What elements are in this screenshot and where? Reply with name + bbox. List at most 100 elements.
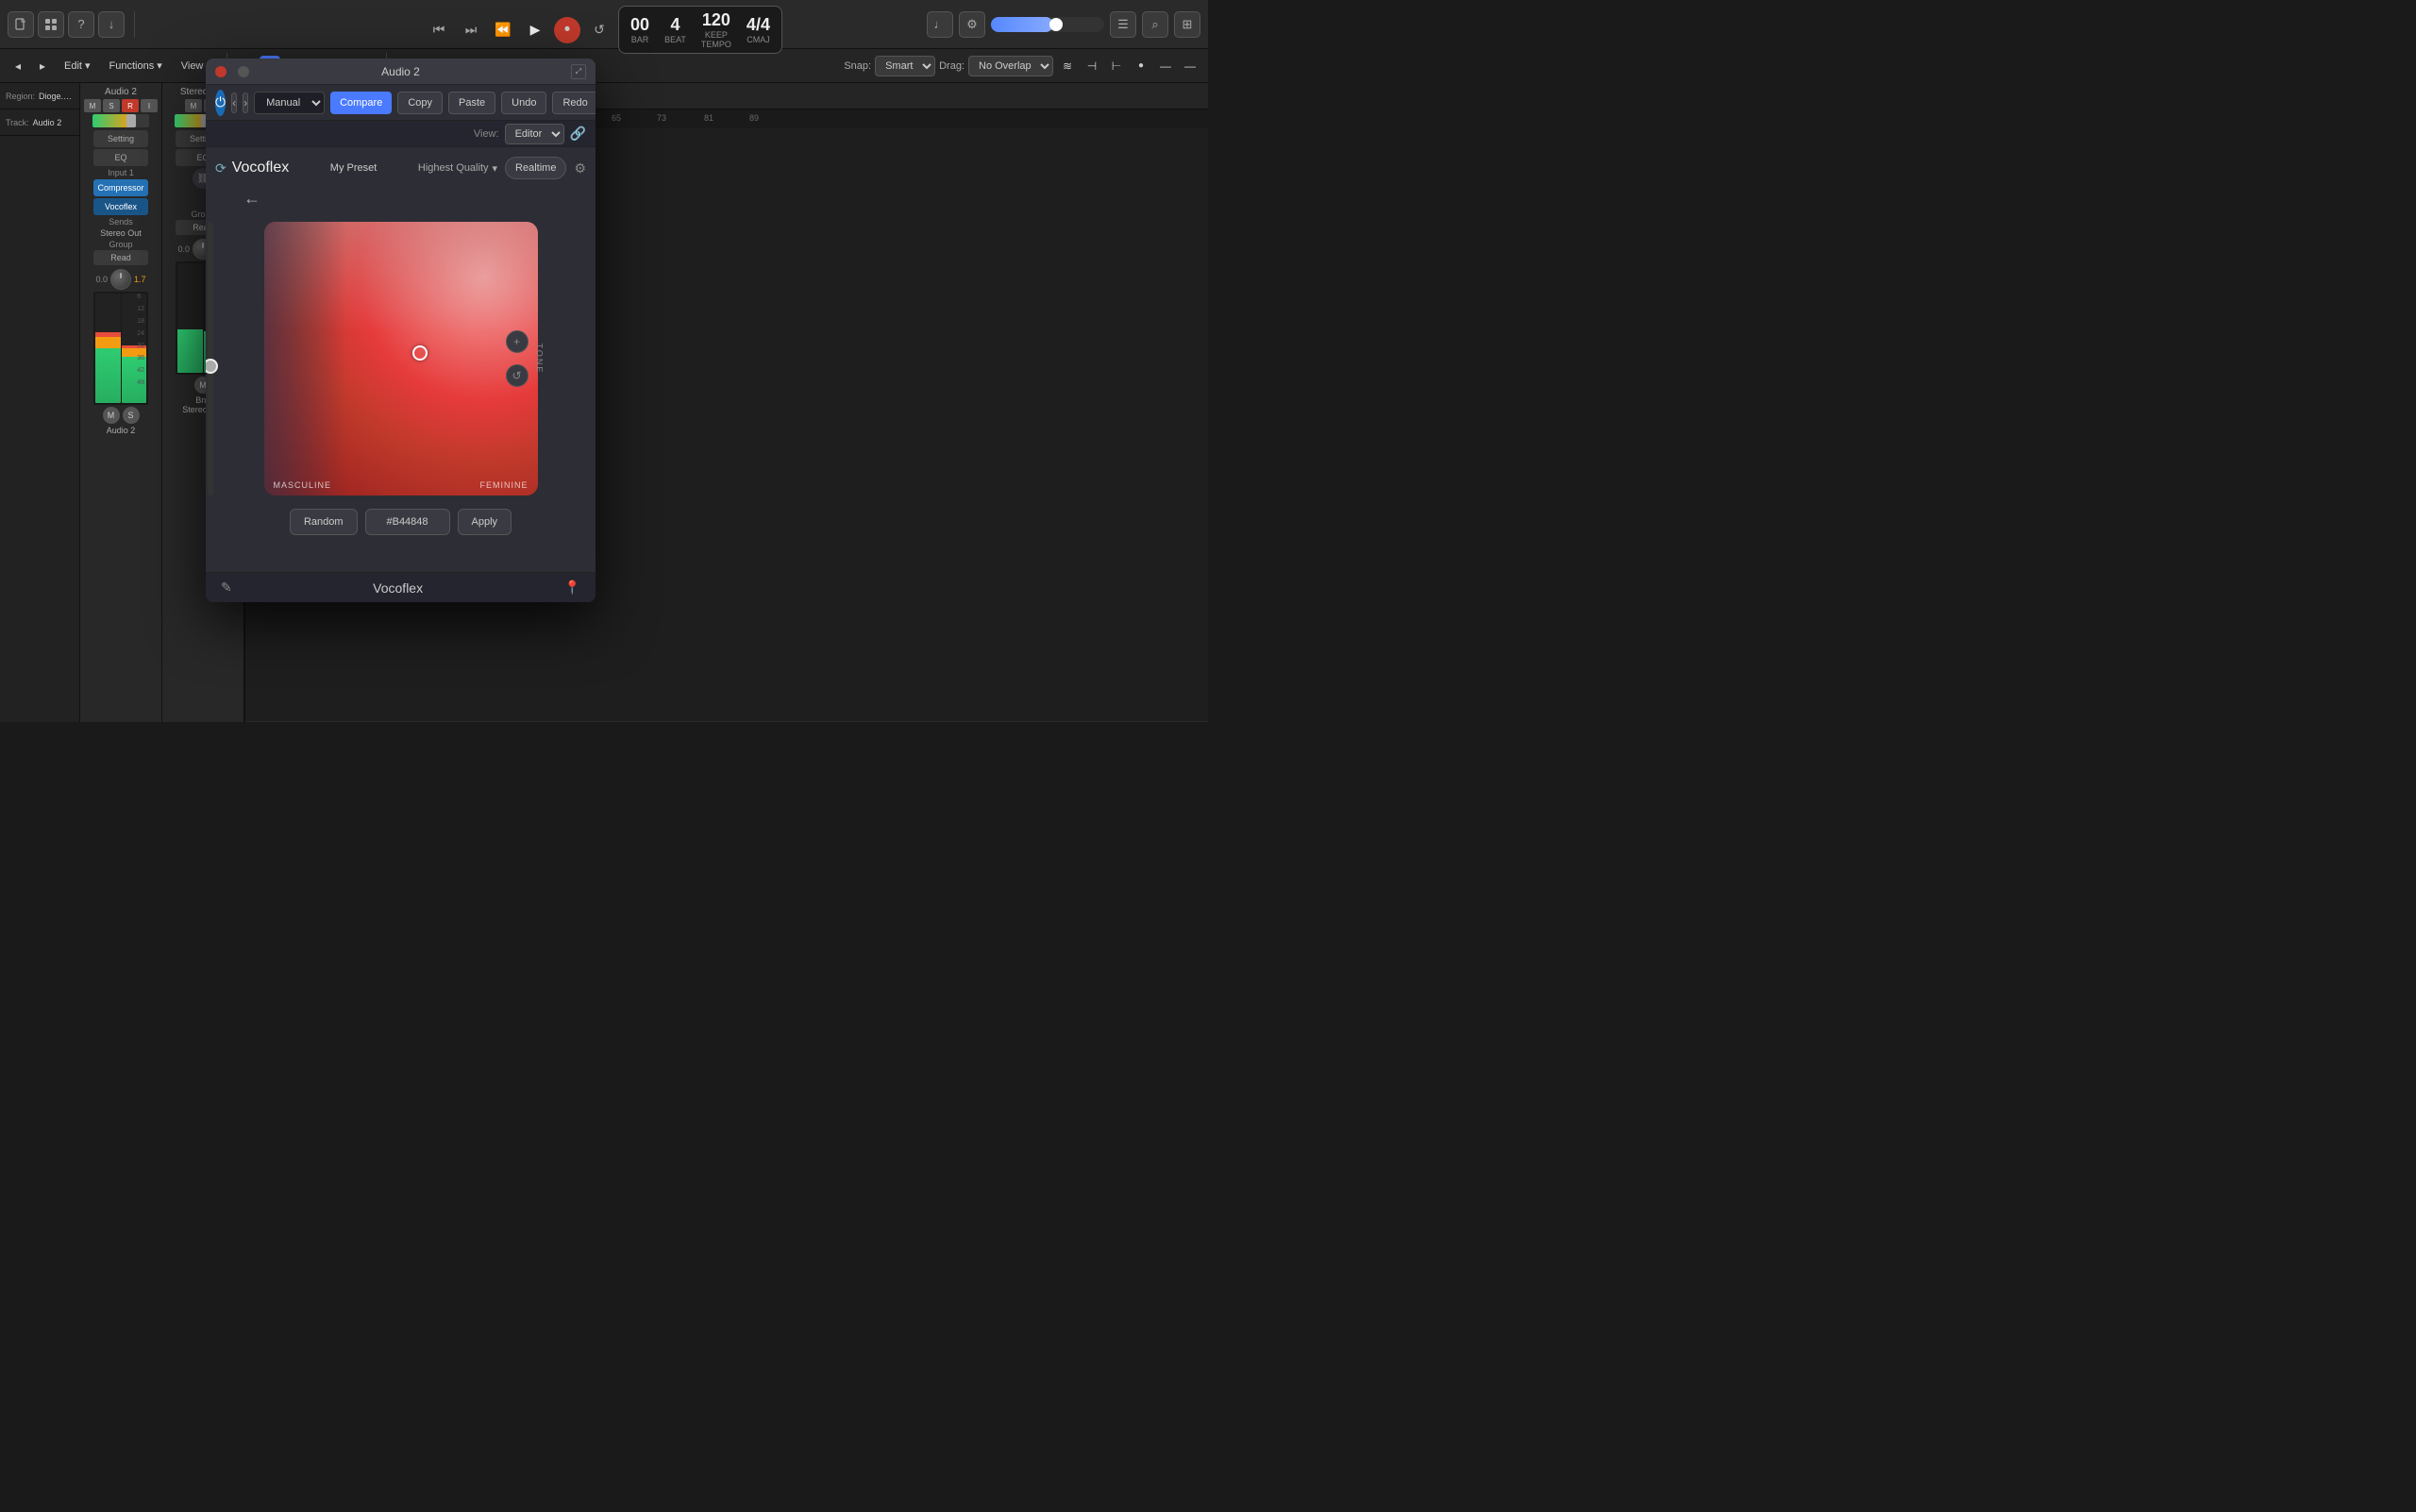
ch1-pan-knob[interactable] xyxy=(110,269,131,290)
plugin-power-btn[interactable]: ⏻ xyxy=(215,90,226,116)
quality-area: Highest Quality ▾ Realtime ⚙ xyxy=(418,157,586,179)
edit-menu[interactable]: Edit ▾ xyxy=(57,55,98,77)
nav-left-btn[interactable]: ◂ xyxy=(8,56,28,76)
plugin-undo-btn[interactable]: Undo xyxy=(501,92,546,114)
list-view-icon[interactable]: ☰ xyxy=(1110,11,1136,38)
ch1-record-btn[interactable]: R xyxy=(122,99,139,112)
ch1-pan-area: 0.0 1.7 xyxy=(95,269,145,290)
side-controls: + ↺ xyxy=(506,330,528,387)
footer-title: Vocoflex xyxy=(373,580,423,596)
snap-select[interactable]: Smart xyxy=(875,56,935,76)
align-right-icon[interactable]: ⊢ xyxy=(1106,56,1127,76)
help-icon[interactable]: ? xyxy=(68,11,94,38)
quality-select[interactable]: Highest Quality ▾ xyxy=(418,162,497,175)
side-reset-btn[interactable]: ↺ xyxy=(506,364,528,387)
realtime-btn[interactable]: Realtime xyxy=(505,157,566,179)
play-btn[interactable]: ▶ xyxy=(522,17,548,43)
divider-1 xyxy=(134,11,135,38)
main-area: Region: Dioge...Story Track: Audio 2 Aud… xyxy=(0,83,1208,722)
random-btn[interactable]: Random xyxy=(290,509,358,535)
sidebar-spacer xyxy=(0,136,79,722)
dash-icon[interactable]: — xyxy=(1155,56,1176,76)
plugin-copy-btn[interactable]: Copy xyxy=(397,92,443,114)
settings-icon[interactable]: ⚙ xyxy=(959,11,985,38)
color-controls-row: Random Apply xyxy=(290,509,512,535)
channel-strip-audio2: Audio 2 M S R I Setting EQ Input 1 Compr… xyxy=(80,83,162,722)
footer-pin-icon[interactable]: 📍 xyxy=(564,580,580,596)
ch1-meter-left xyxy=(95,294,121,403)
ch2-meter-left xyxy=(177,263,203,373)
grid-icon[interactable] xyxy=(38,11,64,38)
ch1-mute-btn[interactable]: M xyxy=(84,99,101,112)
canvas-gradient-side xyxy=(264,222,346,496)
ch1-fader-thumb[interactable] xyxy=(126,114,136,127)
plugin-redo-btn[interactable]: Redo xyxy=(552,92,596,114)
ch1-solo-btn[interactable]: S xyxy=(103,99,120,112)
footer-pen-icon[interactable]: ✎ xyxy=(221,580,232,596)
capture-btn[interactable]: ↺ xyxy=(586,17,612,43)
window-close-btn[interactable] xyxy=(215,66,226,77)
color-picker-dot[interactable] xyxy=(412,345,428,361)
mixer-icon[interactable]: ⊞ xyxy=(1174,11,1200,38)
plugin-toolbar: ⏻ ‹ › Manual Compare Copy Paste Undo Red… xyxy=(206,85,596,121)
skip-back-btn[interactable]: ⏮ xyxy=(426,17,452,43)
view-select[interactable]: Editor xyxy=(505,124,564,144)
slider-thumb[interactable] xyxy=(206,359,218,374)
ch1-plugin-btn[interactable]: Compressor xyxy=(93,179,148,196)
beat-label: BEAT xyxy=(664,35,686,44)
drag-select[interactable]: No Overlap xyxy=(968,56,1053,76)
functions-menu[interactable]: Functions ▾ xyxy=(102,55,170,77)
ch1-m-bottom[interactable]: M xyxy=(103,407,120,424)
waveform-icon[interactable]: ≋ xyxy=(1057,56,1078,76)
plugin-compare-btn[interactable]: Compare xyxy=(330,92,392,114)
color-canvas[interactable]: MASCULINE FEMININE xyxy=(264,222,538,496)
color-picker-area: ← MASCULINE FEMININE xyxy=(215,189,586,535)
file-icon[interactable] xyxy=(8,11,34,38)
color-input[interactable] xyxy=(365,509,450,535)
left-sidebar: Region: Dioge...Story Track: Audio 2 xyxy=(0,83,80,722)
ch1-s-bottom[interactable]: S xyxy=(123,407,140,424)
ch2-mute-btn[interactable]: M xyxy=(185,99,202,112)
record-btn[interactable]: ⏺ xyxy=(554,17,580,43)
nav-right-btn[interactable]: ▸ xyxy=(32,56,53,76)
vertical-slider[interactable] xyxy=(208,222,213,496)
ch1-input-btn[interactable]: I xyxy=(141,99,158,112)
dash2-icon[interactable]: — xyxy=(1180,56,1200,76)
preset-name: My Preset xyxy=(330,162,378,174)
plugin-next-btn[interactable]: › xyxy=(243,92,248,113)
region-label: Region: xyxy=(6,92,35,101)
view-label: View: xyxy=(474,128,499,140)
ch1-plugin2-btn[interactable]: Vocoflex xyxy=(93,198,148,215)
view-link-icon[interactable]: 🔗 xyxy=(570,126,586,142)
ch1-setting-btn[interactable]: Setting xyxy=(93,130,148,147)
skip-forward-btn[interactable]: ⏭ xyxy=(458,17,484,43)
top-toolbar: ? ↓ ⏮ ⏭ ⏪ ▶ ⏺ ↺ 00 BAR 4 BEAT 120 KEEP T… xyxy=(0,0,1208,49)
back-arrow-btn[interactable]: ← xyxy=(243,189,260,209)
ch1-sends-label: Sends xyxy=(109,217,133,227)
ch1-meter-labels: 6 12 18 24 30 36 42 48 xyxy=(137,294,144,386)
ch1-eq-btn[interactable]: EQ xyxy=(93,149,148,166)
side-add-btn[interactable]: + xyxy=(506,330,528,353)
color-circle[interactable]: ● xyxy=(1131,56,1151,76)
color-canvas-wrapper: MASCULINE FEMININE TONE + ↺ xyxy=(264,222,538,496)
align-left-icon[interactable]: ⊣ xyxy=(1082,56,1102,76)
rewind-btn[interactable]: ⏪ xyxy=(490,17,516,43)
ch1-transport-row: M S R I xyxy=(84,99,158,112)
expand-btn[interactable]: ⤢ xyxy=(571,64,586,79)
master-volume-slider[interactable] xyxy=(991,17,1104,32)
ch1-read-btn[interactable]: Read xyxy=(93,250,148,265)
gear-icon[interactable]: ⚙ xyxy=(574,160,586,176)
plugin-preset-select[interactable]: Manual xyxy=(254,92,325,114)
metronome-icon[interactable]: ♩ xyxy=(927,11,953,38)
toolbar-left-group: ? ↓ xyxy=(8,11,125,38)
ch1-fader[interactable] xyxy=(92,114,149,127)
plugin-prev-btn[interactable]: ‹ xyxy=(231,92,237,113)
drag-label: Drag: xyxy=(939,60,965,72)
plugin-paste-btn[interactable]: Paste xyxy=(448,92,495,114)
ch1-peak-val: 1.7 xyxy=(134,275,146,284)
apply-btn[interactable]: Apply xyxy=(458,509,512,535)
search-icon[interactable]: ⌕ xyxy=(1142,11,1168,38)
window-maximize-btn[interactable] xyxy=(238,66,249,77)
download-icon[interactable]: ↓ xyxy=(98,11,125,38)
ruler-89: 89 xyxy=(749,113,759,123)
